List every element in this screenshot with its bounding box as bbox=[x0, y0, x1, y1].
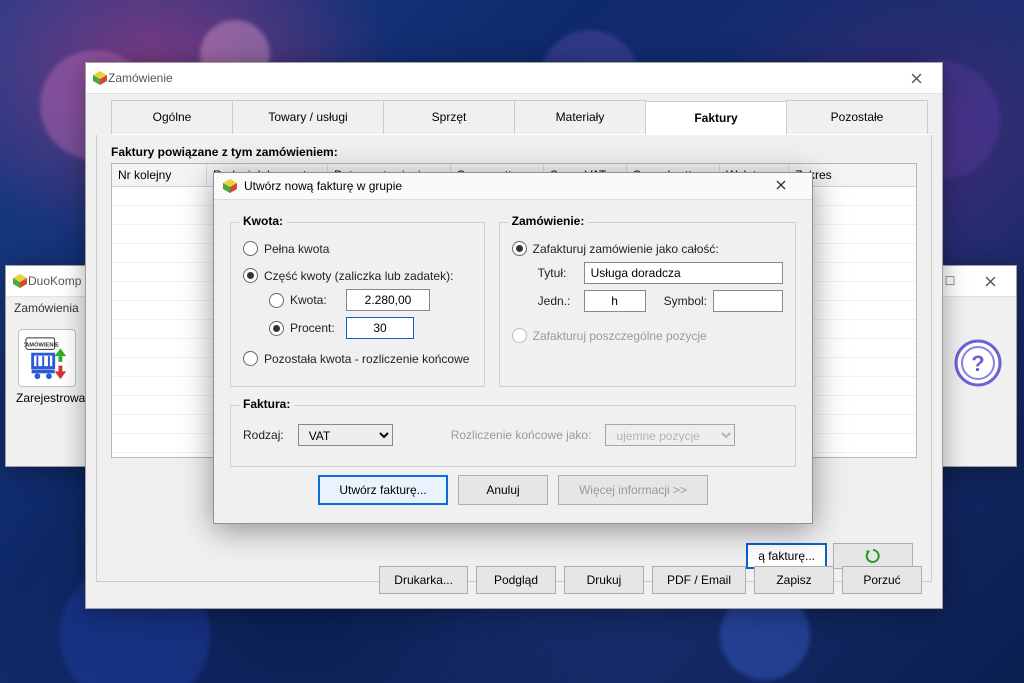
label-full: Pełna kwota bbox=[264, 242, 329, 256]
label-percent: Procent: bbox=[290, 321, 340, 335]
dialog-title: Utwórz nową fakturę w grupie bbox=[244, 179, 776, 193]
label-title: Tytuł: bbox=[538, 266, 578, 280]
radio-percent[interactable] bbox=[269, 321, 284, 336]
group-order: Zamówienie: Zafakturuj zamówienie jako c… bbox=[499, 222, 796, 387]
radio-amount-value[interactable] bbox=[269, 293, 284, 308]
select-settlement: ujemne pozycje bbox=[605, 424, 735, 446]
more-info-button: Więcej informacji >> bbox=[558, 475, 708, 505]
tool-label: Zarejestrowan bbox=[16, 391, 78, 405]
select-invoice-type[interactable]: VAT bbox=[298, 424, 393, 446]
printer-button[interactable]: Drukarka... bbox=[379, 566, 468, 594]
help-button[interactable]: ? bbox=[954, 339, 1002, 390]
label-unit: Jedn.: bbox=[538, 294, 578, 308]
radio-remaining[interactable] bbox=[243, 351, 258, 366]
create-invoice-button[interactable]: Utwórz fakturę... bbox=[318, 475, 448, 505]
app-icon bbox=[222, 178, 238, 194]
tool-registered[interactable]: ZAMÓWIENIE Zarejestrowan bbox=[16, 329, 78, 405]
order-titlebar[interactable]: Zamówienie bbox=[86, 63, 942, 94]
order-buttons: Drukarka... Podgląd Drukuj PDF / Email Z… bbox=[379, 566, 922, 594]
input-symbol[interactable] bbox=[713, 290, 783, 312]
radio-partial-amount[interactable] bbox=[243, 268, 258, 283]
tab-other[interactable]: Pozostałe bbox=[786, 100, 928, 134]
label-partial: Część kwoty (zaliczka lub zadatek): bbox=[264, 269, 453, 283]
pdf-button[interactable]: PDF / Email bbox=[652, 566, 746, 594]
input-unit[interactable] bbox=[584, 290, 646, 312]
svg-text:?: ? bbox=[971, 351, 984, 376]
input-amount[interactable] bbox=[346, 289, 430, 311]
order-tabs: Ogólne Towary / usługi Sprzęt Materiały … bbox=[111, 100, 932, 135]
app-icon bbox=[92, 70, 108, 86]
radio-whole-order[interactable] bbox=[512, 241, 527, 256]
legend-order: Zamówienie: bbox=[508, 214, 589, 228]
label-whole: Zafakturuj zamówienie jako całość: bbox=[533, 242, 719, 256]
cancel-button[interactable]: Anuluj bbox=[458, 475, 548, 505]
dialog-titlebar[interactable]: Utwórz nową fakturę w grupie bbox=[214, 173, 812, 200]
section-header: Faktury powiązane z tym zamówieniem: bbox=[111, 145, 917, 159]
close-button[interactable] bbox=[896, 64, 936, 92]
save-button[interactable]: Zapisz bbox=[754, 566, 834, 594]
svg-text:ZAMÓWIENIE: ZAMÓWIENIE bbox=[24, 341, 59, 349]
close-button[interactable] bbox=[970, 267, 1010, 295]
app-icon bbox=[12, 273, 28, 289]
legend-amount: Kwota: bbox=[239, 214, 287, 228]
label-amount: Kwota: bbox=[290, 293, 340, 307]
discard-button[interactable]: Porzuć bbox=[842, 566, 922, 594]
label-positions: Zafakturuj poszczególne pozycje bbox=[533, 329, 707, 343]
input-percent[interactable] bbox=[346, 317, 414, 339]
label-remaining: Pozostała kwota - rozliczenie końcowe bbox=[264, 352, 469, 366]
order-title: Zamówienie bbox=[108, 71, 896, 85]
print-button[interactable]: Drukuj bbox=[564, 566, 644, 594]
label-settlement: Rozliczenie końcowe jako: bbox=[451, 428, 592, 442]
group-amount: Kwota: Pełna kwota Część kwoty (zaliczka… bbox=[230, 222, 485, 387]
label-type: Rodzaj: bbox=[243, 428, 284, 442]
dialog-close-button[interactable] bbox=[776, 179, 804, 193]
label-symbol: Symbol: bbox=[664, 294, 707, 308]
preview-button[interactable]: Podgląd bbox=[476, 566, 556, 594]
col-nr[interactable]: Nr kolejny bbox=[112, 164, 207, 186]
legend-invoice: Faktura: bbox=[239, 397, 294, 411]
tab-goods[interactable]: Towary / usługi bbox=[232, 100, 384, 134]
radio-individual-positions bbox=[512, 328, 527, 343]
radio-full-amount[interactable] bbox=[243, 241, 258, 256]
create-invoice-dialog: Utwórz nową fakturę w grupie Kwota: Pełn… bbox=[213, 172, 813, 524]
tab-materials[interactable]: Materiały bbox=[514, 100, 646, 134]
input-title[interactable] bbox=[584, 262, 783, 284]
tab-invoices[interactable]: Faktury bbox=[645, 101, 787, 135]
tab-equipment[interactable]: Sprzęt bbox=[383, 100, 515, 134]
group-invoice: Faktura: Rodzaj: VAT Rozliczenie końcowe… bbox=[230, 405, 796, 467]
tab-general[interactable]: Ogólne bbox=[111, 100, 233, 134]
